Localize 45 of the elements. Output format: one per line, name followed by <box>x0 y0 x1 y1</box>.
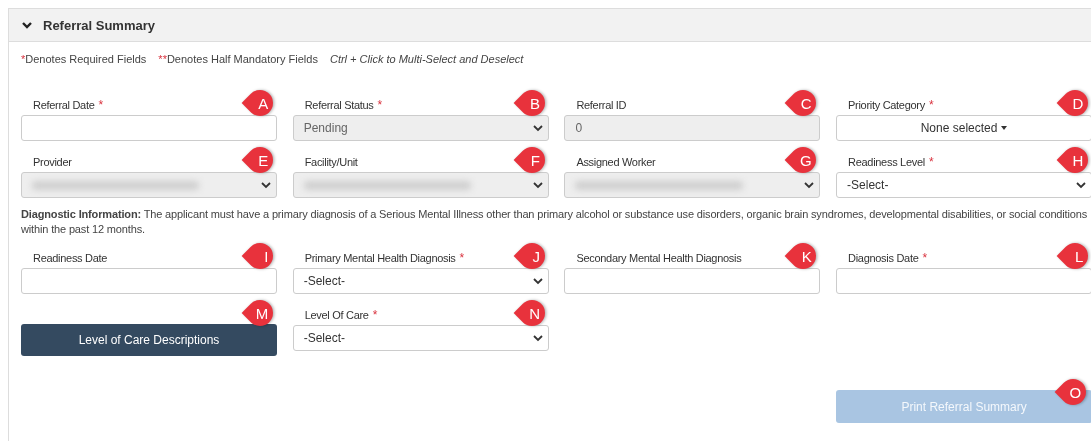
field-label: Level Of Care <box>304 309 369 321</box>
field-label: Referral Date <box>33 99 95 111</box>
caret-icon <box>1001 126 1008 130</box>
input-field[interactable] <box>21 115 277 141</box>
field-label: Diagnosis Date <box>848 252 919 264</box>
diagnostic-info: Diagnostic Information: The applicant must have a primary diagnosis of a Serious Mental Illness other than primary alcohol or substance use disorders, organic brain syndromes, developmental disabilities, or social conditions within the past 12 months. <box>21 207 1089 237</box>
required-mark: * <box>459 251 464 265</box>
field-label: Readiness Level <box>848 156 925 168</box>
field-label: Referral Status <box>304 99 374 111</box>
field-label: Referral ID <box>576 99 627 111</box>
input-field[interactable] <box>21 268 277 294</box>
chevron-down-icon <box>532 334 543 342</box>
field-label: Provider <box>33 156 72 168</box>
select-field[interactable]: -Select- <box>292 325 549 351</box>
hint-text: Ctrl + Click to Multi-Select and Deselect <box>329 53 524 65</box>
field-label: Assigned Worker <box>576 156 656 168</box>
chevron-down-icon <box>532 181 543 189</box>
chevron-down-icon <box>804 181 815 189</box>
field-label: Secondary Mental Health Diagnosis <box>576 252 742 264</box>
input-field[interactable] <box>836 268 1091 294</box>
field-label: Priority Category <box>848 99 925 111</box>
chevron-down-icon <box>532 124 543 132</box>
required-mark: * <box>922 251 927 265</box>
select-field[interactable]: -Select- <box>292 268 549 294</box>
legend-text: Denotes Required Fields <box>25 53 147 65</box>
chevron-down-icon <box>532 277 543 285</box>
select-field[interactable]: -Select- <box>836 172 1091 198</box>
required-mark: ** <box>158 53 167 65</box>
required-mark: * <box>372 308 378 322</box>
input-field[interactable] <box>564 268 821 294</box>
field-label: Readiness Date <box>33 252 108 264</box>
chevron-down-icon <box>1076 181 1087 189</box>
required-mark: * <box>21 53 26 65</box>
section-header[interactable]: Referral Summary <box>9 9 1091 42</box>
field-label: Facility/Unit <box>304 156 358 168</box>
level-of-care-button[interactable]: Level of Care Descriptions <box>21 324 277 356</box>
multiselect-button[interactable]: None selected <box>836 115 1091 141</box>
chevron-down-icon <box>261 181 271 189</box>
required-mark: * <box>928 98 934 112</box>
legend-text: Denotes Half Mandatory Fields <box>166 53 318 65</box>
section-title: Referral Summary <box>43 17 155 33</box>
field-label: Primary Mental Health Diagnosis <box>304 252 456 264</box>
required-mark: * <box>928 155 934 169</box>
required-mark: * <box>98 98 103 112</box>
required-mark: * <box>377 98 382 112</box>
